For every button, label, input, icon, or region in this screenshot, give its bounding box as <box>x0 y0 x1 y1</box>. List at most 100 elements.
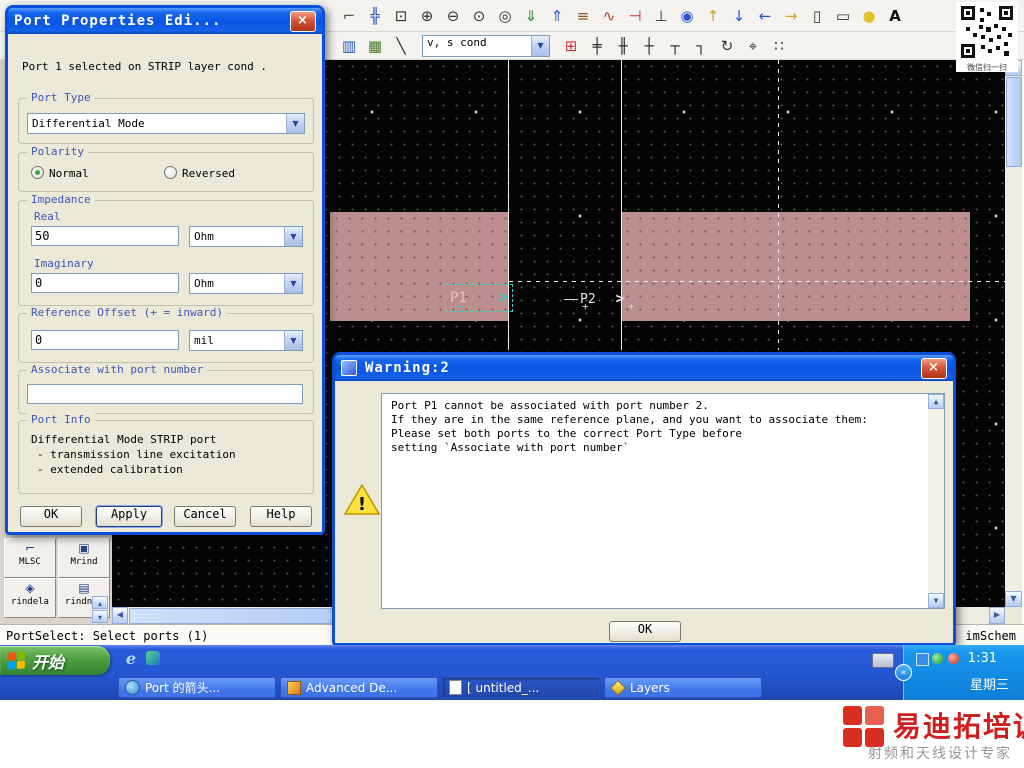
edge-port-icon[interactable]: ╪ <box>584 35 610 57</box>
taskbar-item-advanced-design[interactable]: Advanced De... <box>280 677 438 698</box>
chevron-down-icon[interactable]: ▼ <box>284 274 302 293</box>
library-icon[interactable]: ≡ <box>570 5 596 27</box>
ok-button[interactable]: OK <box>609 621 681 642</box>
zoom-out-icon[interactable]: ⊖ <box>440 5 466 27</box>
svg-text:!: ! <box>358 494 366 515</box>
network-tray-icon[interactable] <box>916 653 929 666</box>
circle-icon[interactable]: ● <box>856 5 882 27</box>
corner-icon[interactable]: ┐ <box>688 35 714 57</box>
tray-clock[interactable]: 1:31 <box>968 651 997 666</box>
grid-icon[interactable]: ∷ <box>766 35 792 57</box>
port-p2-polarity-mark: + <box>582 300 589 313</box>
import-icon[interactable]: ⇓ <box>518 5 544 27</box>
taskbar-item-untitled[interactable]: [ untitled_... <box>442 677 600 698</box>
system-tray: « 1:31 星期三 <box>895 645 1024 700</box>
coord-icon[interactable]: ⌖ <box>740 35 766 57</box>
port-p2[interactable]: P2 > <box>564 286 624 312</box>
imaginary-input[interactable] <box>31 273 179 293</box>
polarity-normal-option[interactable]: Normal <box>31 166 89 180</box>
polarity-reversed-option[interactable]: Reversed <box>164 166 235 180</box>
warning-scrollbar[interactable]: ▲ ▼ <box>928 394 944 608</box>
vscroll-thumb[interactable] <box>1006 77 1022 167</box>
taskbar-item-layers[interactable]: Layers <box>604 677 762 698</box>
line-icon[interactable]: ╲ <box>388 35 414 57</box>
port-dialog-titlebar[interactable]: Port Properties Edi... × <box>8 8 322 34</box>
help-button[interactable]: Help <box>250 506 312 527</box>
apply-button[interactable]: Apply <box>96 506 162 527</box>
quick-launch-app-icon[interactable] <box>146 651 160 665</box>
ref-offset-input[interactable] <box>31 330 179 350</box>
zoom-area-icon[interactable]: ⊡ <box>388 5 414 27</box>
taskbar-item-port[interactable]: Port 的箭头... <box>118 677 276 698</box>
port-icon[interactable]: ⊣ <box>622 5 648 27</box>
scroll-left-button[interactable]: ◀ <box>112 607 128 624</box>
palette-item-mrind[interactable]: ▣ Mrind <box>58 538 110 578</box>
arrow-left-icon[interactable]: ← <box>752 5 778 27</box>
stretch-icon[interactable]: ┼ <box>636 35 662 57</box>
start-label: 开始 <box>32 652 65 672</box>
port-type-combo[interactable]: Differential Mode ▼ <box>27 113 305 134</box>
chevron-down-icon[interactable]: ▼ <box>284 331 302 350</box>
scroll-down-button[interactable]: ▼ <box>1005 591 1022 607</box>
warning-dialog-titlebar[interactable]: Warning:2 × <box>335 355 953 381</box>
radio-normal[interactable] <box>31 166 44 179</box>
associate-input[interactable] <box>27 384 303 404</box>
layer-combo[interactable]: v, s cond ▼ <box>422 34 550 57</box>
ground-icon[interactable]: ⊥ <box>648 5 674 27</box>
conductor-region-right[interactable] <box>621 212 970 321</box>
orient-icon[interactable]: ⌐ <box>336 5 362 27</box>
layer-combo-value: v, s cond <box>427 35 487 49</box>
watermark-logo <box>843 706 885 748</box>
zoom-point-icon[interactable]: ⊙ <box>466 5 492 27</box>
real-unit-combo[interactable]: Ohm ▼ <box>189 226 303 247</box>
text-icon[interactable]: A <box>882 5 908 27</box>
printer-icon[interactable] <box>872 653 894 668</box>
imaginary-unit-combo[interactable]: Ohm ▼ <box>189 273 303 294</box>
tee-icon[interactable]: ┬ <box>662 35 688 57</box>
chevron-down-icon[interactable]: ▼ <box>531 35 549 56</box>
close-icon[interactable]: × <box>290 10 316 32</box>
palette-item-mlsc[interactable]: ⌐ MLSC <box>4 538 56 578</box>
warning-dialog: Warning:2 × Port P1 cannot be associated… <box>332 352 956 646</box>
arrow-down-icon[interactable]: ↓ <box>726 5 752 27</box>
rectangle-icon[interactable]: ▭ <box>830 5 856 27</box>
scroll-right-button[interactable]: ▶ <box>989 607 1005 624</box>
chevron-down-icon[interactable]: ▼ <box>286 114 304 133</box>
imaginary-unit-value: Ohm <box>194 277 214 290</box>
offset-port-icon[interactable]: ╫ <box>610 35 636 57</box>
draw-pin-icon[interactable]: ▦ <box>362 35 388 57</box>
arrow-up-icon[interactable]: ↑ <box>700 5 726 27</box>
ref-offset-unit-combo[interactable]: mil ▼ <box>189 330 303 351</box>
zoom-full-icon[interactable]: ◎ <box>492 5 518 27</box>
palette-scroll-up-button[interactable]: ▴ <box>92 596 108 609</box>
export-icon[interactable]: ⇑ <box>544 5 570 27</box>
quick-launch-ie-icon[interactable]: e <box>122 649 140 668</box>
chevron-down-icon[interactable]: ▼ <box>284 227 302 246</box>
radio-reversed[interactable] <box>164 166 177 179</box>
wire-icon[interactable]: ∿ <box>596 5 622 27</box>
palette-item-rindela[interactable]: ◈ rindela <box>4 578 56 618</box>
rotate-icon[interactable]: ↻ <box>714 35 740 57</box>
real-input[interactable] <box>31 226 179 246</box>
cancel-button[interactable]: Cancel <box>174 506 236 527</box>
polygon-icon[interactable]: ▯ <box>804 5 830 27</box>
taskbar-item-label: Port 的箭头... <box>145 681 221 695</box>
move-icon[interactable]: ╬ <box>362 5 388 27</box>
start-button[interactable]: 开始 <box>0 646 110 675</box>
scroll-down-button[interactable]: ▼ <box>928 593 944 608</box>
close-icon[interactable]: × <box>921 357 947 379</box>
bottom-strip: 易迪拓培训 射频和天线设计专家 <box>0 700 1024 768</box>
arrow-right-icon[interactable]: → <box>778 5 804 27</box>
zoom-in-icon[interactable]: ⊕ <box>414 5 440 27</box>
collapse-tray-button[interactable]: « <box>895 664 912 681</box>
via-array-icon[interactable]: ▥ <box>336 35 362 57</box>
palette-scroll-down-button[interactable]: ▾ <box>92 610 108 623</box>
ok-button[interactable]: OK <box>20 506 82 527</box>
green-status-tray-icon[interactable] <box>932 653 943 664</box>
mrind-icon: ▣ <box>78 541 90 555</box>
scroll-up-button[interactable]: ▲ <box>928 394 944 409</box>
via-icon[interactable]: ◉ <box>674 5 700 27</box>
red-status-tray-icon[interactable] <box>948 653 959 664</box>
port-ref-icon[interactable]: ⊞ <box>558 35 584 57</box>
canvas-vscrollbar[interactable]: ▲ ▼ <box>1005 60 1022 607</box>
